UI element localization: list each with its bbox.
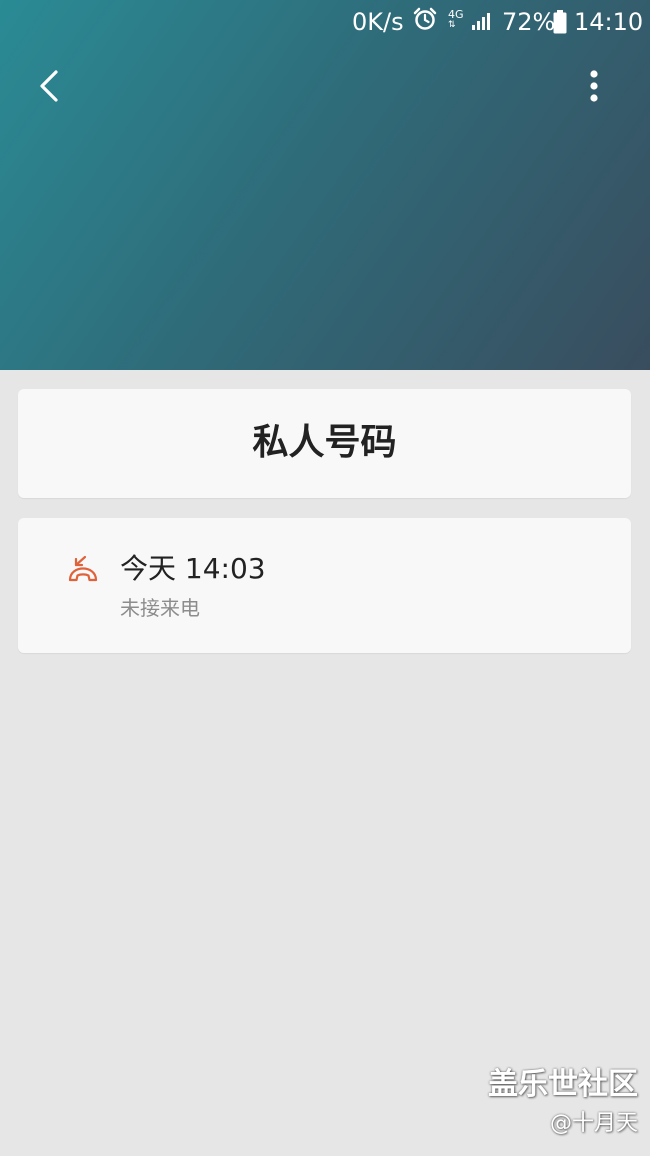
alarm-clock-icon	[412, 6, 438, 34]
watermark-user: @十月天	[549, 1111, 638, 1136]
contact-name: 私人号码	[252, 422, 397, 463]
back-button[interactable]	[28, 64, 72, 108]
contact-name-card: 私人号码	[18, 389, 631, 498]
missed-call-icon	[66, 553, 100, 587]
battery-icon	[553, 10, 567, 38]
status-bar: 0K/s 4G ⇅ 72% 14:10	[0, 0, 650, 44]
call-type: 未接来电	[120, 596, 200, 620]
more-vertical-icon	[590, 70, 598, 102]
network-type: 4G ⇅	[448, 8, 464, 30]
contact-header: 0K/s 4G ⇅ 72% 14:10	[0, 0, 650, 370]
more-options-button[interactable]	[574, 64, 614, 108]
signal-strength-icon	[470, 10, 494, 38]
watermark-brand: 盖乐世社区	[488, 1067, 638, 1102]
call-log-item[interactable]: 今天 14:03 未接来电	[18, 518, 631, 653]
net-speed: 0K/s	[352, 8, 404, 36]
battery-percent: 72%	[502, 8, 556, 36]
status-clock: 14:10	[574, 8, 644, 36]
watermark: 盖乐世社区 @十月天	[488, 1067, 638, 1141]
call-time: 今天 14:03	[120, 552, 266, 585]
chevron-left-icon	[40, 70, 58, 102]
